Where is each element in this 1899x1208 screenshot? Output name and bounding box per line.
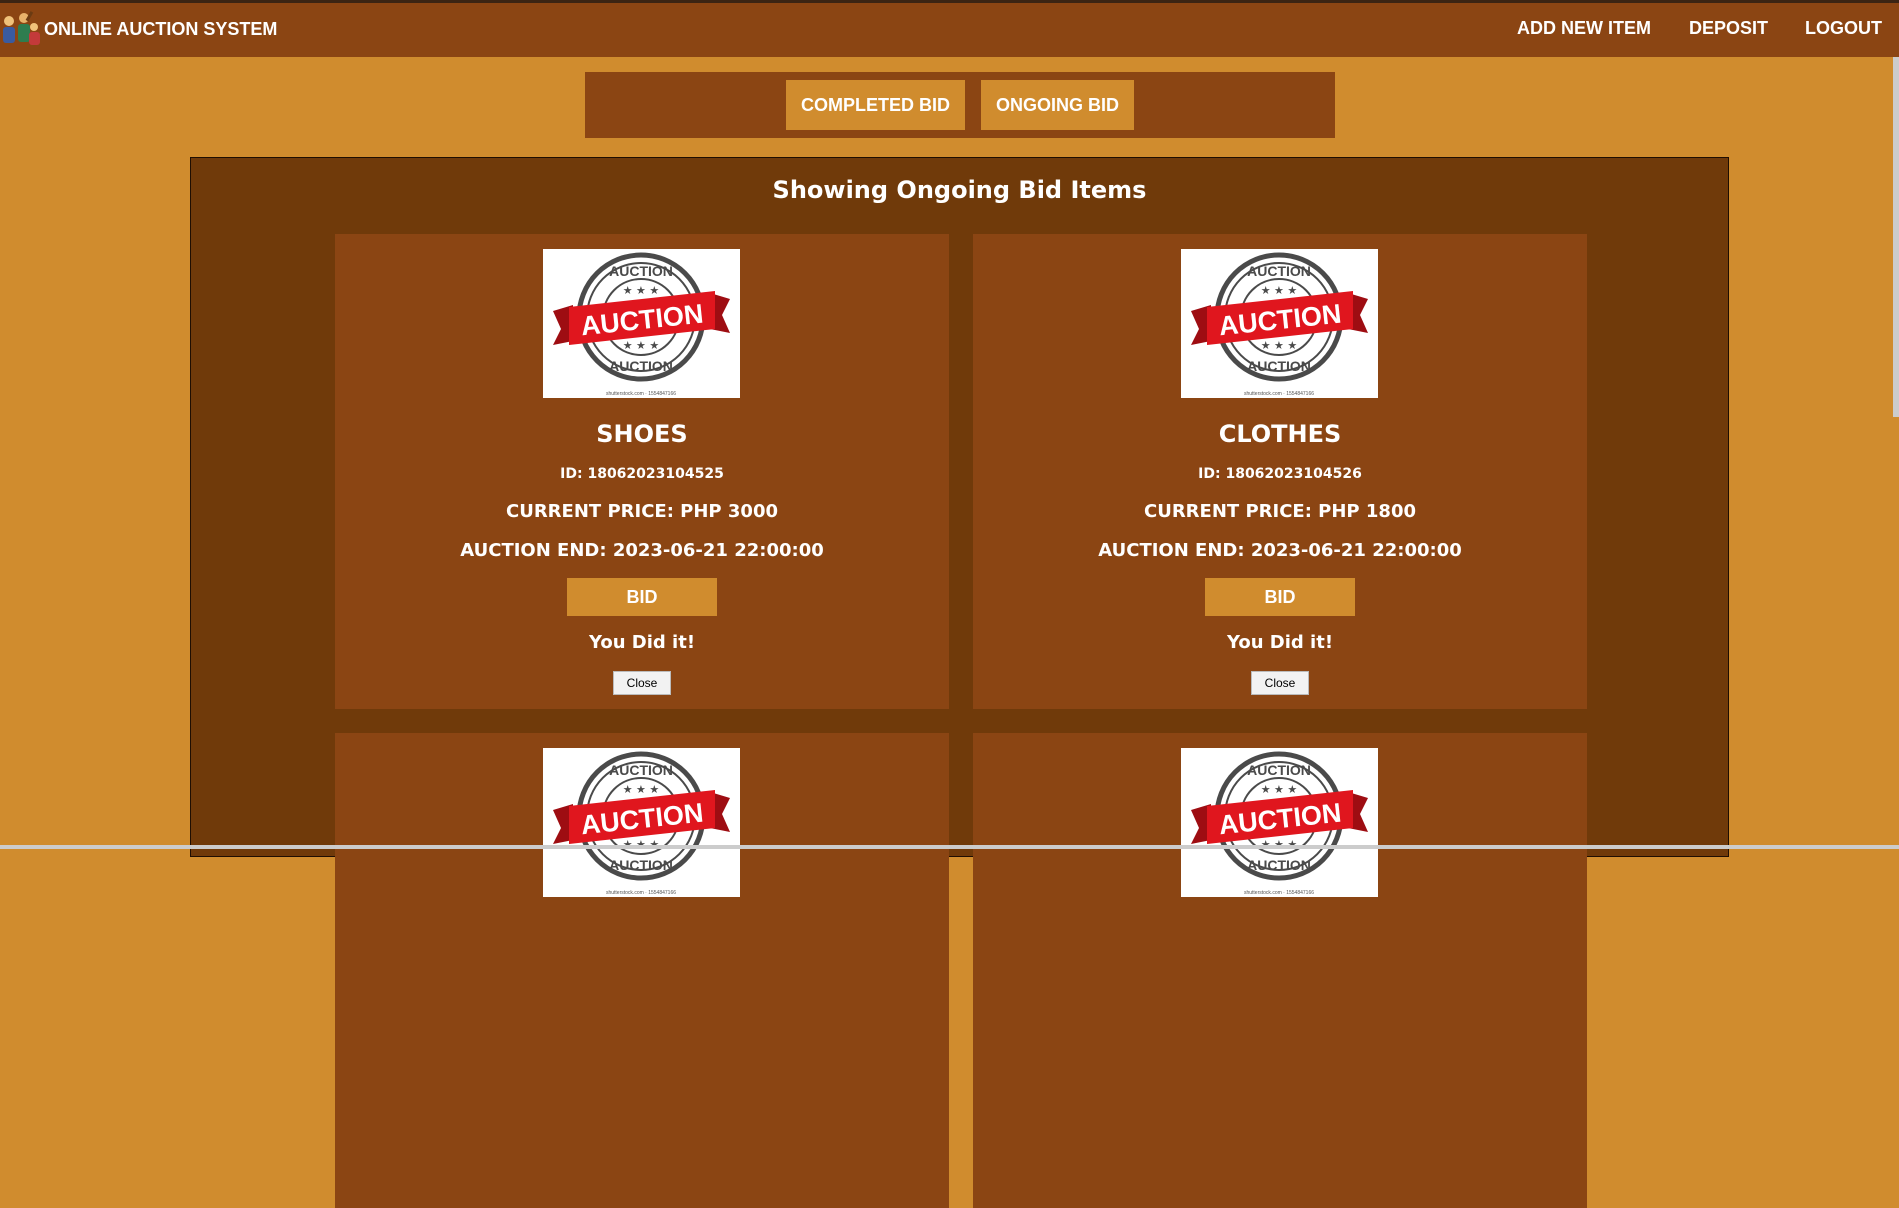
bid-button[interactable]: BID	[567, 578, 717, 616]
item-id: ID: 18062023104526	[1198, 466, 1362, 482]
item-image	[543, 249, 740, 398]
bid-success-message: You Did it!	[588, 632, 696, 653]
auction-item-card	[973, 733, 1587, 1208]
ongoing-items-panel: Showing Ongoing Bid Items SHOES ID: 1806…	[190, 157, 1729, 1208]
item-image	[1181, 249, 1378, 398]
item-current-price: CURRENT PRICE: PHP 1800	[1144, 501, 1416, 522]
item-id: ID: 18062023104525	[560, 466, 724, 482]
item-image	[1181, 748, 1378, 897]
bid-tab-bar: COMPLETED BID ONGOING BID	[585, 72, 1335, 138]
completed-bid-tab[interactable]: COMPLETED BID	[786, 80, 965, 130]
item-auction-end: AUCTION END: 2023-06-21 22:00:00	[1098, 540, 1462, 561]
add-new-item-link[interactable]: ADD NEW ITEM	[1517, 18, 1651, 39]
logout-link[interactable]: LOGOUT	[1805, 18, 1882, 39]
close-message-button[interactable]: Close	[1251, 671, 1309, 695]
auction-item-card: CLOTHES ID: 18062023104526 CURRENT PRICE…	[973, 234, 1587, 709]
deposit-link[interactable]: DEPOSIT	[1689, 18, 1768, 39]
horizontal-scrollbar[interactable]	[0, 845, 1899, 849]
vertical-scrollbar[interactable]	[1893, 57, 1899, 417]
item-current-price: CURRENT PRICE: PHP 3000	[506, 501, 778, 522]
auction-logo-icon	[3, 11, 40, 45]
item-auction-end: AUCTION END: 2023-06-21 22:00:00	[460, 540, 824, 561]
close-message-button[interactable]: Close	[613, 671, 671, 695]
item-name: SHOES	[596, 420, 688, 448]
brand-title: ONLINE AUCTION SYSTEM	[44, 19, 278, 39]
item-name: CLOTHES	[1218, 420, 1342, 448]
ongoing-bid-tab[interactable]: ONGOING BID	[981, 80, 1134, 130]
auction-item-card	[335, 733, 949, 1208]
auction-item-card: SHOES ID: 18062023104525 CURRENT PRICE: …	[335, 234, 949, 709]
bid-success-message: You Did it!	[1226, 632, 1334, 653]
item-image	[543, 748, 740, 897]
top-navbar: ONLINE AUCTION SYSTEM ADD NEW ITEM DEPOS…	[0, 0, 1899, 57]
bid-button[interactable]: BID	[1205, 578, 1355, 616]
page-title: Showing Ongoing Bid Items	[772, 176, 1147, 204]
